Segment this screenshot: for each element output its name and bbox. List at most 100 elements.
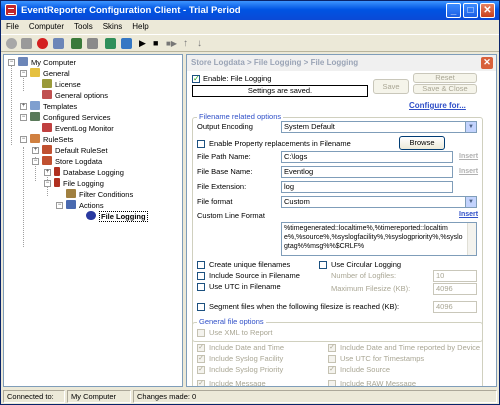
collapse-toggle[interactable]: − xyxy=(20,70,27,77)
reset-button[interactable]: Reset xyxy=(413,73,477,83)
tree-license[interactable]: License xyxy=(42,79,81,90)
tree-my-computer[interactable]: My Computer xyxy=(18,57,76,68)
stop-icon[interactable] xyxy=(37,38,48,49)
doc2-icon[interactable] xyxy=(121,38,132,49)
save-icon[interactable] xyxy=(21,38,32,49)
toolbar: ▶ ■ ■▶ ↑ ↓ xyxy=(1,34,499,52)
collapse-toggle[interactable]: − xyxy=(20,136,27,143)
include-raw-checkbox[interactable] xyxy=(328,380,336,386)
enable-checkbox[interactable]: ✓ xyxy=(192,75,200,83)
insert-path-link[interactable]: Insert xyxy=(459,153,478,160)
grid-icon[interactable] xyxy=(87,38,98,49)
breadcrumb: Store Logdata > File Logging > File Logg… xyxy=(191,58,359,67)
use-xml-checkbox[interactable] xyxy=(197,329,205,337)
main-window: EventReporter Configuration Client - Tri… xyxy=(0,0,500,405)
collapse-toggle[interactable]: − xyxy=(56,202,63,209)
file-format-value: Custom xyxy=(284,197,310,206)
expand-toggle[interactable]: + xyxy=(32,147,39,154)
tree-eventlog-monitor[interactable]: EventLog Monitor xyxy=(42,123,114,134)
monitor-icon xyxy=(42,123,52,132)
config-tree[interactable]: − My Computer − General License General … xyxy=(3,54,183,387)
custom-line-textarea[interactable]: %timegenerated::localtime%,%timereported… xyxy=(281,222,477,256)
use-utc-ts-label: Use UTC for Timestamps xyxy=(340,354,425,363)
tree-templates[interactable]: Templates xyxy=(30,101,77,112)
file-path-input[interactable]: C:\logs xyxy=(281,151,453,163)
output-encoding-select[interactable]: System Default ▼ xyxy=(281,121,477,133)
tree-general[interactable]: General xyxy=(30,68,70,79)
doc-icon[interactable] xyxy=(105,38,116,49)
tree-configured-services[interactable]: Configured Services xyxy=(30,112,111,123)
create-unique-checkbox[interactable] xyxy=(197,261,205,269)
menu-computer[interactable]: Computer xyxy=(24,20,69,34)
title-bar[interactable]: EventReporter Configuration Client - Tri… xyxy=(1,1,499,20)
use-circular-checkbox[interactable] xyxy=(319,261,327,269)
action-icon xyxy=(86,211,96,220)
collapse-toggle[interactable]: − xyxy=(8,59,15,66)
up-arrow-icon[interactable]: ↑ xyxy=(183,38,194,49)
textarea-scrollbar[interactable] xyxy=(467,223,476,255)
configure-for-link[interactable]: Configure for... xyxy=(409,101,466,110)
include-message-checkbox[interactable]: ✓ xyxy=(197,380,205,386)
include-priority-checkbox[interactable]: ✓ xyxy=(197,366,205,374)
folder-icon xyxy=(30,68,40,77)
include-date-checkbox[interactable]: ✓ xyxy=(197,344,205,352)
tree-file-logging[interactable]: File Logging xyxy=(54,178,104,189)
include-message-label: Include Message xyxy=(209,379,266,387)
chevron-down-icon: ▼ xyxy=(465,197,476,207)
close-button[interactable]: ✕ xyxy=(480,3,495,18)
number-logfiles-input[interactable]: 10 xyxy=(433,270,477,282)
rule-icon xyxy=(54,178,60,187)
minimize-button[interactable]: _ xyxy=(446,3,461,18)
use-utc-ts-checkbox[interactable] xyxy=(328,355,336,363)
save-button[interactable]: Save xyxy=(373,79,409,94)
tree-filter-conditions[interactable]: Filter Conditions xyxy=(66,189,133,200)
include-facility-checkbox[interactable]: ✓ xyxy=(197,355,205,363)
license-icon xyxy=(42,79,52,88)
stop-square-icon[interactable]: ■ xyxy=(153,38,164,49)
menu-tools[interactable]: Tools xyxy=(69,20,98,34)
disabled-check-icon[interactable] xyxy=(6,38,17,49)
computer-icon[interactable] xyxy=(71,38,82,49)
collapse-toggle[interactable]: − xyxy=(44,180,51,187)
play-stop-icon[interactable]: ■▶ xyxy=(166,38,177,49)
maximize-button[interactable]: □ xyxy=(463,3,478,18)
insert-base-link[interactable]: Insert xyxy=(459,168,478,175)
save-close-button[interactable]: Save & Close xyxy=(413,84,477,94)
tree-database-logging[interactable]: Database Logging xyxy=(54,167,124,178)
play-icon[interactable]: ▶ xyxy=(139,38,150,49)
ruleset-icon xyxy=(42,156,52,165)
tree-file-logging-action[interactable]: File Logging xyxy=(86,211,148,222)
segment-checkbox[interactable] xyxy=(197,303,205,311)
tree-default-ruleset[interactable]: Default RuleSet xyxy=(42,145,108,156)
include-source2-checkbox[interactable]: ✓ xyxy=(328,366,336,374)
insert-format-link[interactable]: Insert xyxy=(459,211,478,218)
include-reported-checkbox[interactable]: ✓ xyxy=(328,344,336,352)
menu-skins[interactable]: Skins xyxy=(98,20,128,34)
file-ext-input[interactable]: log xyxy=(281,181,453,193)
collapse-toggle[interactable]: − xyxy=(20,114,27,121)
menu-help[interactable]: Help xyxy=(127,20,153,34)
tree-rulesets[interactable]: RuleSets xyxy=(30,134,73,145)
ruleset-icon xyxy=(42,145,52,154)
use-utc-label: Use UTC in Filename xyxy=(209,282,281,291)
connect-icon[interactable] xyxy=(53,38,64,49)
tree-actions[interactable]: Actions xyxy=(66,200,104,211)
enable-property-checkbox[interactable] xyxy=(197,140,205,148)
down-arrow-icon[interactable]: ↓ xyxy=(197,38,208,49)
file-format-select[interactable]: Custom ▼ xyxy=(281,196,477,208)
browse-button[interactable]: Browse xyxy=(399,136,445,150)
segment-input[interactable]: 4096 xyxy=(433,301,477,313)
file-base-input[interactable]: Eventlog xyxy=(281,166,453,178)
tree-general-options[interactable]: General options xyxy=(42,90,108,101)
expand-toggle[interactable]: + xyxy=(20,103,27,110)
saved-status: Settings are saved. xyxy=(192,85,368,97)
tree-store-logdata[interactable]: Store Logdata xyxy=(42,156,102,167)
max-filesize-input[interactable]: 4096 xyxy=(433,283,477,295)
panel-close-button[interactable]: ✕ xyxy=(481,57,493,69)
use-utc-checkbox[interactable] xyxy=(197,283,205,291)
collapse-toggle[interactable]: − xyxy=(32,158,39,165)
use-circular-label: Use Circular Logging xyxy=(331,260,402,269)
expand-toggle[interactable]: + xyxy=(44,169,51,176)
include-source-checkbox[interactable] xyxy=(197,272,205,280)
menu-file[interactable]: File xyxy=(1,20,24,34)
